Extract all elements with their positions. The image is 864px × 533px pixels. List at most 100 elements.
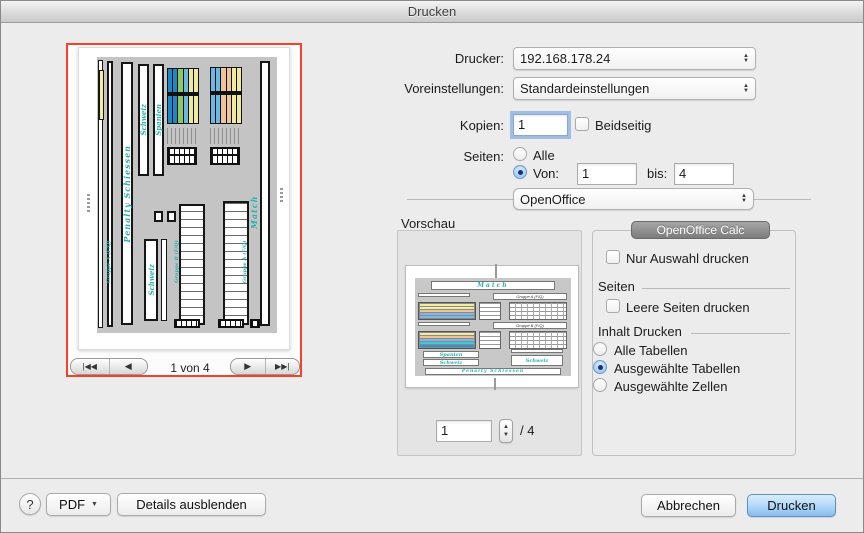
sp-group-b-header: Gruppe B (F/Q) xyxy=(493,322,567,329)
preview-cell-grid xyxy=(250,319,260,328)
print-dialog: Drucken Penalty Schiessen Schweiz Spanie… xyxy=(0,0,864,533)
group-divider xyxy=(691,333,790,334)
page-footer-text xyxy=(494,378,498,390)
selected-cells-label: Ausgewählte Zellen xyxy=(614,379,727,394)
pages-all-label: Alle xyxy=(533,148,555,163)
color-stripe xyxy=(189,69,193,123)
previous-page-button[interactable]: ◀ xyxy=(109,359,148,374)
cancel-button[interactable]: Abbrechen xyxy=(641,494,736,517)
pdf-menu-button[interactable]: PDF ▼ xyxy=(46,493,111,516)
copies-input[interactable]: 1 xyxy=(513,114,568,136)
sp-match-bar: Match xyxy=(431,281,555,290)
sp-table-a-colored xyxy=(418,302,476,320)
color-stripe xyxy=(211,68,215,123)
app-options-popup[interactable]: OpenOffice ▲▼ xyxy=(513,188,754,210)
page-header-text xyxy=(495,264,499,278)
presets-label: Voreinstellungen: xyxy=(404,81,504,96)
sp-table-a-right xyxy=(509,302,567,320)
color-stripe xyxy=(420,339,474,341)
last-page-button[interactable]: ▶▶| xyxy=(265,359,300,374)
page-from-input[interactable]: 1 xyxy=(577,163,637,185)
preview-colored-table-a xyxy=(167,68,199,124)
app-options-value: OpenOffice xyxy=(520,192,737,207)
schweiz-label: Schweiz xyxy=(139,104,148,136)
hide-details-button[interactable]: Details ausblenden xyxy=(117,493,266,516)
preview-names-block xyxy=(210,128,242,144)
stepper-down-icon[interactable]: ▼ xyxy=(503,431,509,439)
sp-header-bar xyxy=(418,322,470,326)
color-stripe xyxy=(178,69,182,123)
group-divider xyxy=(642,288,790,289)
print-selection-label: Nur Auswahl drucken xyxy=(626,251,749,266)
preview-schweiz-bottom-bar: Schweiz xyxy=(144,239,158,321)
sp-schweiz-box: Schweiz xyxy=(511,355,563,366)
color-stripe xyxy=(232,68,236,123)
popup-arrows-icon: ▲▼ xyxy=(743,84,749,94)
sp-schweiz-bar: Schweiz xyxy=(423,359,479,366)
presets-value: Standardeinstellungen xyxy=(520,81,739,96)
sp-teal-strip xyxy=(511,349,563,353)
preview-penalty-bar: Penalty Schiessen xyxy=(121,62,133,325)
help-button[interactable]: ? xyxy=(19,493,41,515)
footer-divider xyxy=(1,478,864,479)
print-selection-checkbox[interactable] xyxy=(606,250,620,264)
schweiz-label: Schweiz xyxy=(526,358,549,364)
page-margin-text xyxy=(280,186,283,202)
preview-table-bar xyxy=(107,61,113,327)
sp-group-a-header: Gruppe A (F/Q) xyxy=(493,293,567,300)
preview-page-content: Penalty Schiessen Schweiz Spanien xyxy=(97,57,277,333)
first-page-button[interactable]: |◀◀ xyxy=(71,359,109,374)
vorschau-label: Vorschau xyxy=(401,216,455,231)
sp-table-b-right xyxy=(509,331,567,349)
preview-nav-forward-group: ▶ ▶▶| xyxy=(230,358,300,375)
pages-all-radio[interactable] xyxy=(513,147,527,161)
print-empty-pages-label: Leere Seiten drucken xyxy=(626,300,750,315)
all-tables-radio[interactable] xyxy=(593,342,607,356)
sp-table-b-mid xyxy=(479,331,501,349)
pdf-label: PDF xyxy=(59,497,85,512)
page-margin-text xyxy=(87,194,90,212)
dialog-title: Drucken xyxy=(408,4,456,19)
preview-yellow-bar xyxy=(99,70,104,120)
vorschau-page-input[interactable]: 1 xyxy=(436,420,492,442)
schweiz-label: Schweiz xyxy=(440,360,463,366)
vorschau-page-content: Match Gruppe A (F/Q) Gruppe B (F/Q) Span… xyxy=(415,278,571,376)
color-stripe xyxy=(168,69,172,123)
preview-table-bar xyxy=(260,61,270,326)
duplex-checkbox[interactable] xyxy=(575,117,589,131)
match-label: Match xyxy=(249,165,259,229)
print-preview-area: Penalty Schiessen Schweiz Spanien xyxy=(66,43,302,377)
pages-range-radio[interactable] xyxy=(513,165,527,179)
selected-tables-radio[interactable] xyxy=(593,360,607,374)
color-stripe xyxy=(227,68,231,123)
color-stripe xyxy=(420,336,474,338)
color-stripe xyxy=(216,68,220,123)
presets-popup[interactable]: Standardeinstellungen ▲▼ xyxy=(513,77,756,100)
next-page-button[interactable]: ▶ xyxy=(231,359,265,374)
preview-cell-grid xyxy=(210,147,240,165)
vorschau-page-total: / 4 xyxy=(520,423,534,438)
group-b-label: Gruppe B (F/Q) xyxy=(174,219,180,283)
selected-cells-radio[interactable] xyxy=(593,378,607,392)
page-to-input[interactable]: 4 xyxy=(674,163,734,185)
group-a-label: Gruppe A (F/Q) xyxy=(106,219,112,283)
preview-cell-grid xyxy=(218,319,244,328)
color-stripe xyxy=(420,333,474,335)
pages-to-label: bis: xyxy=(647,166,667,181)
vorschau-page: Match Gruppe A (F/Q) Gruppe B (F/Q) Span… xyxy=(405,265,579,388)
color-stripe xyxy=(194,69,198,123)
vorschau-page-stepper[interactable]: ▲ ▼ xyxy=(499,419,513,443)
preview-cell-grid xyxy=(174,319,200,328)
pages-group-label: Seiten xyxy=(598,279,635,294)
print-button[interactable]: Drucken xyxy=(747,494,836,517)
penalty-label: Penalty Schiessen xyxy=(462,369,524,374)
penalty-label: Penalty Schiessen xyxy=(122,145,132,243)
stepper-up-icon[interactable]: ▲ xyxy=(503,423,509,431)
color-stripe xyxy=(237,68,241,123)
printer-popup[interactable]: 192.168.178.24 ▲▼ xyxy=(513,47,756,70)
print-empty-pages-checkbox[interactable] xyxy=(606,299,620,313)
preview-table-divider xyxy=(167,92,199,96)
preview-names-block xyxy=(167,128,199,144)
popup-arrows-icon: ▲▼ xyxy=(743,54,749,64)
preview-row-table xyxy=(179,204,205,325)
